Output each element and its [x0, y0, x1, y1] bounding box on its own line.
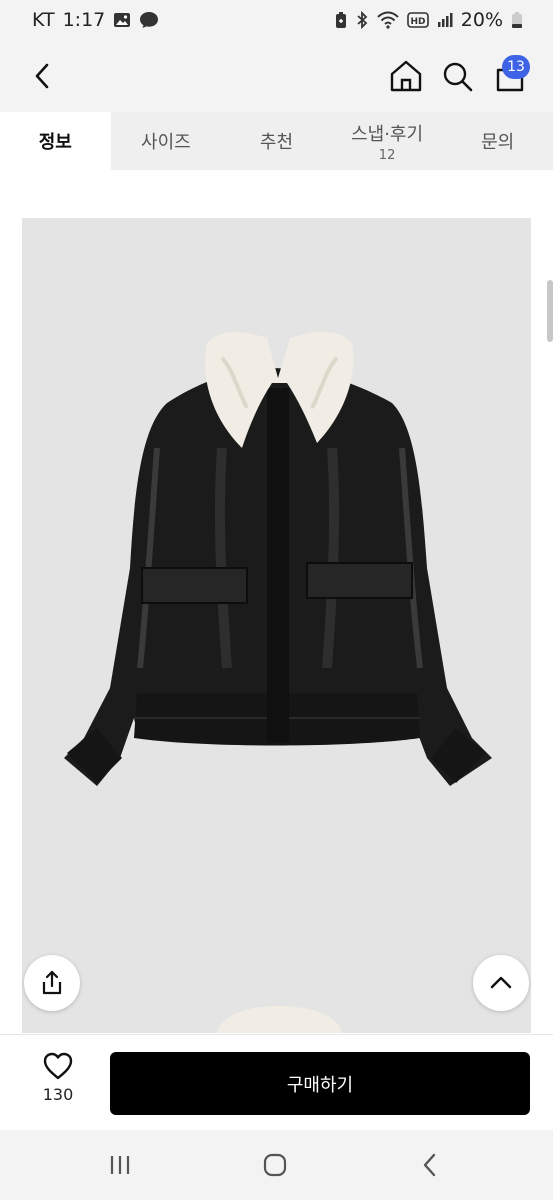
home-nav-button[interactable]	[255, 1148, 295, 1182]
status-bar: KT 1:17 HD 20%	[0, 0, 553, 40]
scrollbar-thumb[interactable]	[547, 280, 553, 342]
tab-snap-review[interactable]: 스냅·후기 12	[332, 112, 443, 170]
hd-icon: HD	[406, 12, 429, 28]
tab-info[interactable]: 정보	[0, 112, 111, 170]
bluetooth-icon	[357, 11, 368, 29]
back-button[interactable]	[26, 56, 58, 96]
scroll-top-button[interactable]	[473, 955, 529, 1011]
battery-label: 20%	[460, 9, 503, 31]
chevron-up-icon	[490, 976, 512, 989]
app-header	[0, 40, 553, 112]
share-icon	[42, 970, 62, 995]
product-tabs: 정보 사이즈 추천 스냅·후기 12 문의	[0, 112, 553, 170]
tab-label: 정보	[38, 132, 72, 153]
recent-apps-icon	[110, 1156, 130, 1174]
buy-button[interactable]: 구매하기	[110, 1052, 530, 1115]
recent-apps-button[interactable]	[100, 1148, 140, 1182]
back-nav-button[interactable]	[410, 1148, 450, 1182]
bottom-action-bar: 130 구매하기	[0, 1034, 553, 1130]
home-circle-icon	[263, 1153, 287, 1177]
wifi-icon	[377, 11, 399, 29]
system-nav-bar	[0, 1130, 553, 1200]
search-icon	[443, 62, 473, 92]
signal-icon	[437, 13, 453, 27]
battery-saver-icon	[335, 12, 346, 28]
tab-recommend[interactable]: 추천	[221, 112, 332, 170]
status-left: KT 1:17	[32, 9, 159, 31]
cart-count-badge: 13	[502, 55, 530, 79]
home-button[interactable]	[388, 56, 426, 96]
clock-label: 1:17	[62, 9, 106, 31]
like-count: 130	[42, 1085, 74, 1104]
tab-size[interactable]: 사이즈	[111, 112, 222, 170]
tab-label: 사이즈	[141, 132, 191, 153]
back-icon	[35, 63, 49, 89]
tab-inquiry[interactable]: 문의	[442, 112, 553, 170]
like-button[interactable]: 130	[28, 1051, 88, 1115]
search-button[interactable]	[440, 56, 478, 96]
home-icon	[390, 60, 422, 92]
chat-bubble-icon	[140, 12, 159, 28]
svg-text:HD: HD	[410, 17, 425, 27]
back-icon	[423, 1153, 436, 1177]
jacket-illustration	[64, 331, 492, 1033]
tab-label: 문의	[481, 132, 515, 153]
share-button[interactable]	[24, 955, 80, 1011]
tab-label: 스냅·후기	[351, 123, 424, 145]
review-count: 12	[378, 147, 396, 163]
carrier-label: KT	[32, 9, 55, 31]
tab-label: 추천	[259, 132, 294, 153]
image-icon	[114, 13, 131, 27]
battery-icon	[512, 12, 522, 28]
product-image[interactable]	[22, 218, 531, 1033]
heart-icon	[43, 1052, 73, 1080]
status-right: HD 20%	[335, 9, 523, 31]
